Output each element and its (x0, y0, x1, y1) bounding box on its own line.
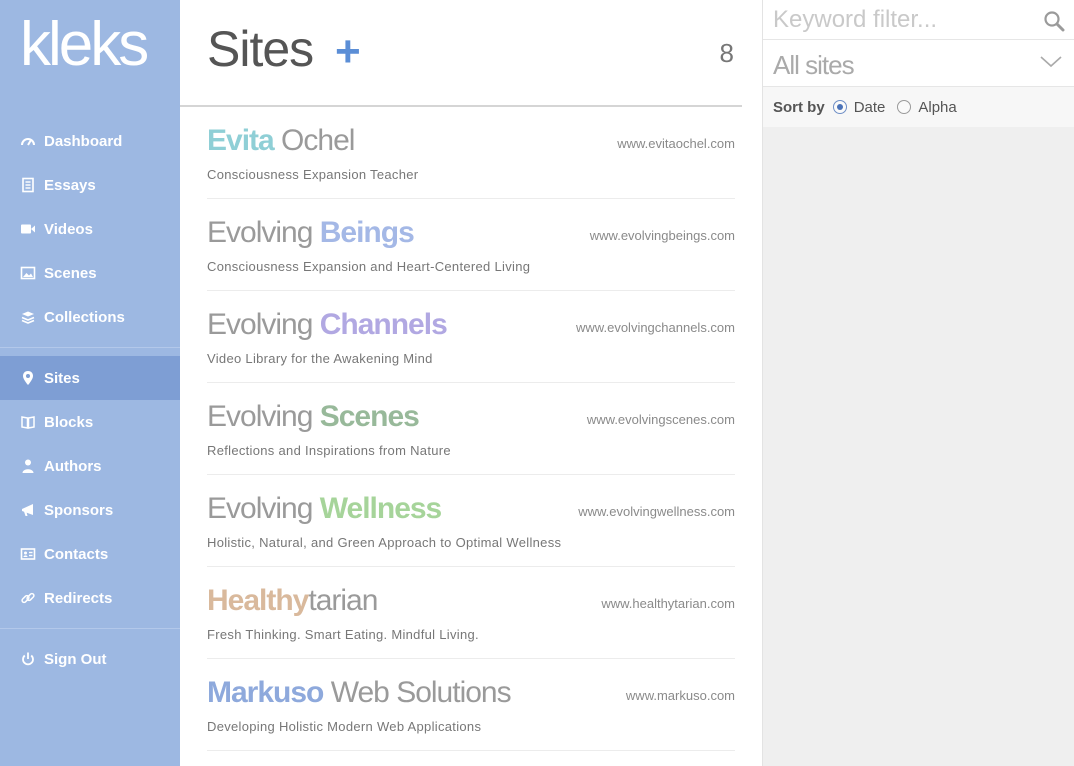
book-icon (20, 414, 36, 430)
map-pin-icon (20, 370, 36, 386)
user-icon (20, 458, 36, 474)
sidebar-item-sign-out[interactable]: Sign Out (0, 637, 180, 681)
video-camera-icon (20, 221, 36, 237)
sidebar-item-label: Sponsors (44, 501, 114, 519)
site-url[interactable]: www.evolvingwellness.com (578, 504, 735, 519)
site-url[interactable]: www.evolvingscenes.com (587, 412, 735, 427)
site-select-value: All sites (773, 50, 855, 80)
site-name-b: Ochel (273, 124, 355, 157)
sidebar-item-label: Sign Out (44, 650, 107, 668)
site-count: 8 (719, 38, 734, 68)
logo[interactable]: kleks (20, 14, 149, 76)
site-description: Fresh Thinking. Smart Eating. Mindful Li… (207, 627, 479, 642)
site-name-b: tarian (308, 584, 378, 617)
sidebar-item-essays[interactable]: Essays (0, 163, 180, 207)
site-row[interactable]: Evolving Wellness www.evolvingwellness.c… (207, 475, 735, 567)
site-row[interactable]: Healthytarian www.healthytarian.com Fres… (207, 567, 735, 659)
search-box (763, 0, 1074, 40)
sidebar: kleks Dashboard Essays Videos Scenes Col… (0, 0, 180, 766)
sort-alpha-label[interactable]: Alpha (918, 99, 956, 116)
site-name-b: Channels (319, 308, 448, 341)
site-name: Evolving Wellness (207, 491, 443, 527)
site-name-a: Evolving (207, 308, 320, 341)
add-site-button[interactable]: + (335, 30, 361, 74)
site-url[interactable]: www.markuso.com (626, 688, 735, 703)
site-name-a: Healthy (207, 584, 309, 617)
sidebar-item-label: Redirects (44, 589, 113, 607)
page-title: Sites (207, 21, 314, 77)
sidebar-item-label: Collections (44, 308, 125, 326)
sort-date-radio[interactable] (832, 100, 847, 114)
sort-date-label[interactable]: Date (854, 99, 886, 116)
gauge-icon (20, 133, 36, 149)
site-name: Evolving Beings (207, 215, 415, 251)
site-name: Evolving Channels (207, 307, 448, 343)
sidebar-item-blocks[interactable]: Blocks (0, 400, 180, 444)
site-url[interactable]: www.healthytarian.com (601, 596, 735, 611)
sidebar-item-scenes[interactable]: Scenes (0, 251, 180, 295)
sidebar-item-label: Dashboard (44, 132, 123, 150)
site-name-a: Evolving (207, 216, 320, 249)
site-row[interactable]: Evolving Beings www.evolvingbeings.com C… (207, 199, 735, 291)
sidebar-item-label: Videos (44, 220, 93, 238)
sidebar-item-videos[interactable]: Videos (0, 207, 180, 251)
layers-icon (20, 309, 36, 325)
site-row[interactable]: Markuso Web Solutions www.markuso.com De… (207, 659, 735, 751)
power-icon (20, 651, 36, 667)
site-url[interactable]: www.evolvingchannels.com (576, 320, 735, 335)
site-name-b: Web Solutions (323, 676, 512, 709)
site-description: Consciousness Expansion Teacher (207, 167, 419, 182)
search-icon[interactable] (1043, 10, 1065, 32)
site-description: Developing Holistic Modern Web Applicati… (207, 719, 482, 734)
site-name-a: Evolving (207, 400, 320, 433)
site-row[interactable]: Evolving Channels www.evolvingchannels.c… (207, 291, 735, 383)
main-content: Sites + 8 Evita Ochel www.evitaochel.com… (180, 0, 762, 766)
sidebar-item-redirects[interactable]: Redirects (0, 576, 180, 620)
site-name: Healthytarian (207, 583, 378, 619)
sidebar-item-sites[interactable]: Sites (0, 356, 180, 400)
filter-panel: All sites Sort by Date Alpha (762, 0, 1074, 766)
site-select[interactable]: All sites (763, 40, 1074, 87)
site-name-a: Markuso (207, 676, 324, 709)
site-name-b: Scenes (319, 400, 420, 433)
site-row[interactable]: Evolving Scenes www.evolvingscenes.com R… (207, 383, 735, 475)
site-url[interactable]: www.evitaochel.com (617, 136, 735, 151)
address-card-icon (20, 546, 36, 562)
sidebar-item-collections[interactable]: Collections (0, 295, 180, 339)
sidebar-item-label: Blocks (44, 413, 94, 431)
sidebar-item-label: Contacts (44, 545, 109, 563)
sort-alpha-radio[interactable] (897, 100, 912, 114)
megaphone-icon (20, 502, 36, 518)
site-description: Holistic, Natural, and Green Approach to… (207, 535, 562, 550)
sidebar-item-label: Essays (44, 176, 96, 194)
site-name: Evolving Scenes (207, 399, 420, 435)
site-name-b: Wellness (319, 492, 443, 525)
sidebar-divider (0, 347, 180, 348)
sidebar-item-label: Scenes (44, 264, 97, 282)
picture-icon (20, 265, 36, 281)
site-name-b: Beings (319, 216, 415, 249)
site-description: Reflections and Inspirations from Nature (207, 443, 451, 458)
sidebar-item-sponsors[interactable]: Sponsors (0, 488, 180, 532)
site-name: Markuso Web Solutions (207, 675, 512, 711)
sidebar-item-label: Authors (44, 457, 102, 475)
site-name-a: Evita (207, 124, 275, 157)
sidebar-item-contacts[interactable]: Contacts (0, 532, 180, 576)
site-url[interactable]: www.evolvingbeings.com (590, 228, 735, 243)
site-description: Video Library for the Awakening Mind (207, 351, 433, 366)
sidebar-item-authors[interactable]: Authors (0, 444, 180, 488)
site-name-a: Evolving (207, 492, 320, 525)
sort-label: Sort by (773, 98, 825, 116)
site-row[interactable]: Evita Ochel www.evitaochel.com Conscious… (207, 107, 735, 199)
link-icon (20, 590, 36, 606)
sidebar-divider (0, 628, 180, 629)
document-icon (20, 177, 36, 193)
keyword-filter-input[interactable] (773, 4, 1038, 36)
chevron-down-icon (1039, 54, 1063, 70)
sidebar-item-label: Sites (44, 369, 80, 387)
site-name: Evita Ochel (207, 123, 355, 159)
site-description: Consciousness Expansion and Heart-Center… (207, 259, 531, 274)
sidebar-item-dashboard[interactable]: Dashboard (0, 119, 180, 163)
sort-bar: Sort by Date Alpha (763, 87, 1074, 127)
